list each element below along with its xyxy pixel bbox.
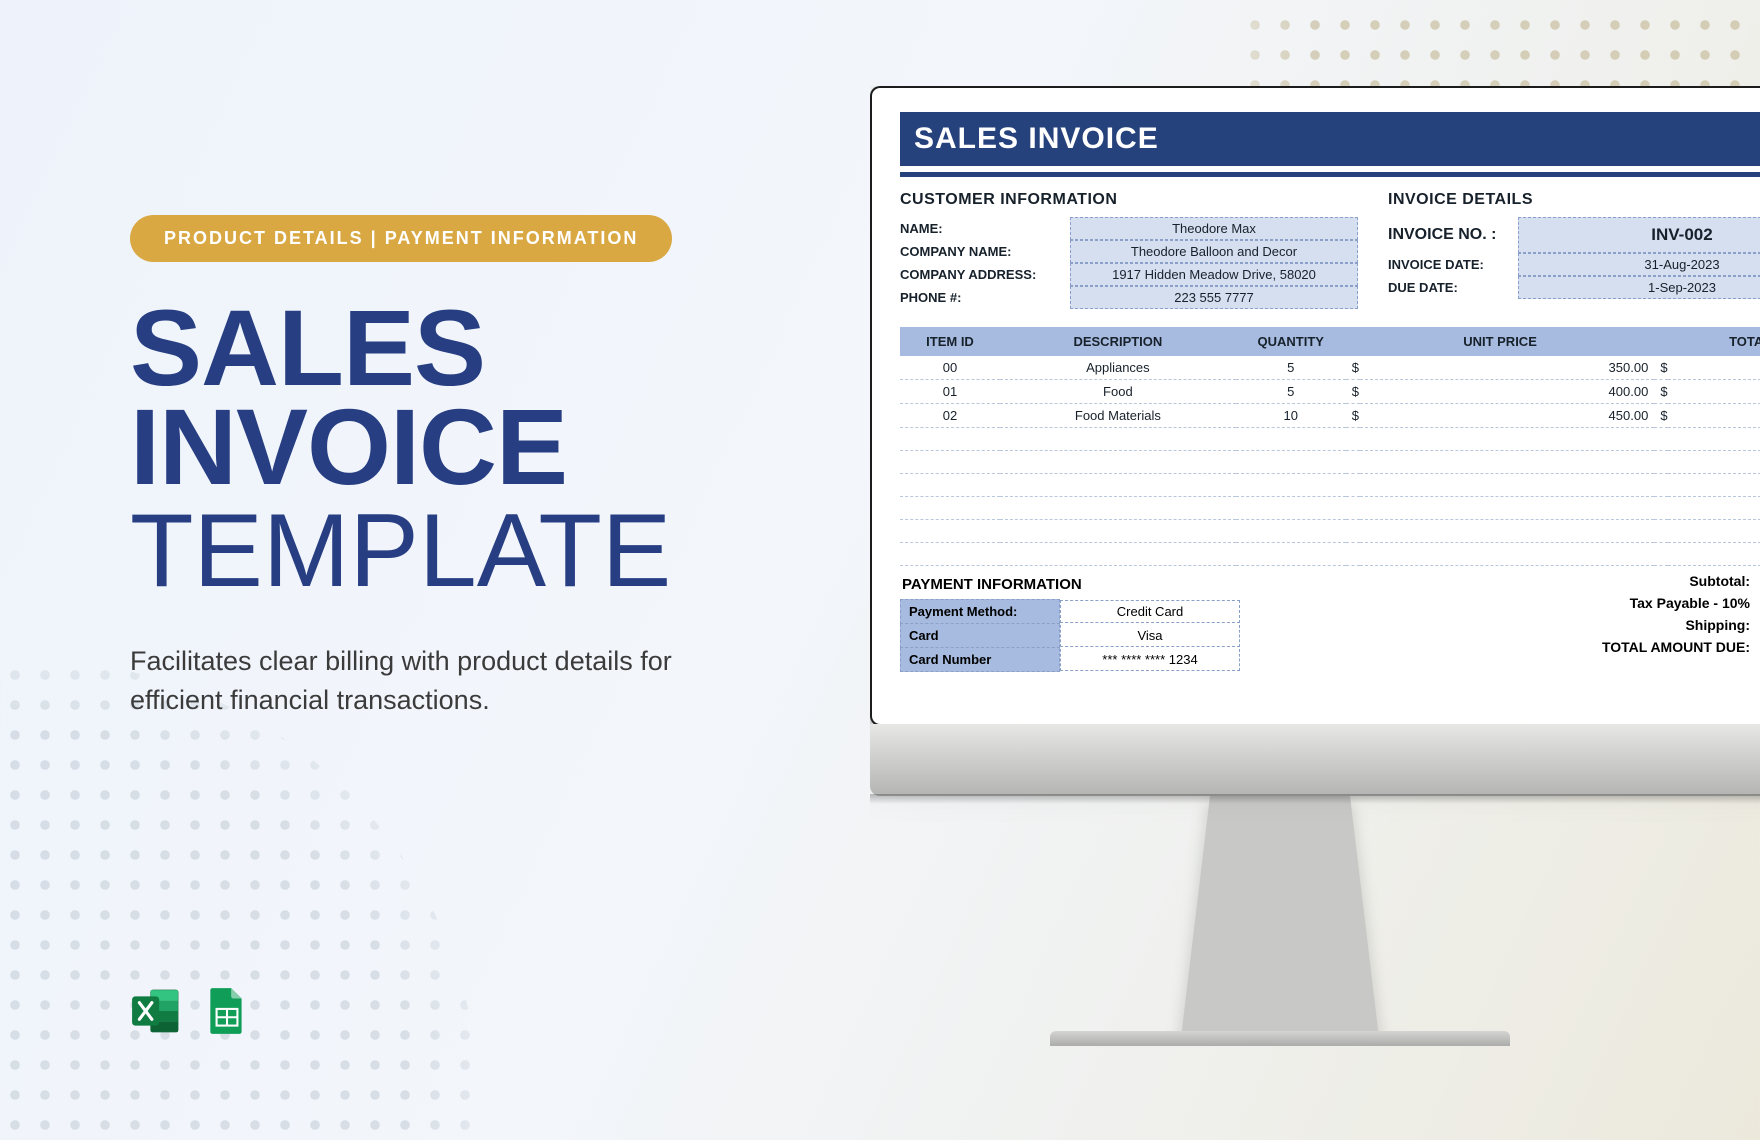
google-sheets-icon [202, 986, 252, 1036]
cell-unit-price: 450.00 [1360, 404, 1655, 428]
title-line-3: TEMPLATE [130, 497, 770, 606]
monitor-screen: SALES INVOICE CUSTOMER INFORMATION NAME:… [870, 86, 1760, 726]
col-unit-price: UNIT PRICE [1346, 327, 1655, 356]
cell-quantity: 10 [1236, 404, 1346, 428]
cell-quantity: 5 [1236, 356, 1346, 380]
cell-total-currency: $ [1654, 380, 1668, 404]
shipping-label: Shipping: [1530, 617, 1750, 633]
subtotal-label: Subtotal: [1530, 573, 1750, 589]
table-row-empty [900, 520, 1760, 543]
marketing-copy: PRODUCT DETAILS | PAYMENT INFORMATION SA… [130, 215, 770, 720]
cell-item-id: 02 [900, 404, 1000, 428]
customer-company-value: Theodore Balloon and Decor [1070, 240, 1358, 263]
col-item-id: ITEM ID [900, 327, 1000, 356]
table-row-empty [900, 543, 1760, 566]
table-row-empty [900, 474, 1760, 497]
col-quantity: QUANTITY [1236, 327, 1346, 356]
customer-phone-label: PHONE #: [900, 287, 1070, 308]
cell-price-currency: $ [1346, 404, 1360, 428]
table-row: 02Food Materials10$450.00$4, [900, 404, 1760, 428]
customer-phone-value: 223 555 7777 [1070, 286, 1358, 309]
file-format-icons [130, 986, 252, 1036]
table-row: 00Appliances5$350.00$ [900, 356, 1760, 380]
cell-unit-price: 350.00 [1360, 356, 1655, 380]
invoice-details-heading: INVOICE DETAILS [1388, 191, 1760, 209]
tax-label: Tax Payable - 10% [1530, 595, 1750, 611]
cell-total [1668, 356, 1760, 380]
halftone-dots-left [0, 660, 480, 1140]
cell-total: 2, [1668, 380, 1760, 404]
cell-total-currency: $ [1654, 404, 1668, 428]
cell-item-id: 00 [900, 356, 1000, 380]
cell-total: 4, [1668, 404, 1760, 428]
customer-info-heading: CUSTOMER INFORMATION [900, 191, 1358, 209]
grand-total-label: TOTAL AMOUNT DUE: [1530, 639, 1750, 655]
customer-company-label: COMPANY NAME: [900, 241, 1070, 262]
invoice-number-label: INVOICE NO. : [1388, 223, 1518, 247]
payment-cardnum-label: Card Number [900, 648, 1060, 672]
cell-item-id: 01 [900, 380, 1000, 404]
customer-address-value: 1917 Hidden Meadow Drive, 58020 [1070, 263, 1358, 286]
cell-unit-price: 400.00 [1360, 380, 1655, 404]
title-line-1: SALES [130, 298, 770, 397]
cell-total-currency: $ [1654, 356, 1668, 380]
invoice-date-value: 31-Aug-2023 [1518, 253, 1760, 276]
table-row-empty [900, 497, 1760, 520]
tagline-pill: PRODUCT DETAILS | PAYMENT INFORMATION [130, 215, 672, 262]
monitor-stand-neck [1180, 796, 1380, 1046]
payment-cardnum-value: *** **** **** 1234 [1060, 649, 1240, 671]
line-items-table: ITEM ID DESCRIPTION QUANTITY UNIT PRICE … [900, 327, 1760, 566]
title-line-2: INVOICE [130, 397, 770, 496]
customer-name-value: Theodore Max [1070, 217, 1358, 240]
payment-method-value: Credit Card [1060, 600, 1240, 623]
invoice-title-bar: SALES INVOICE [900, 112, 1760, 166]
cell-price-currency: $ [1346, 356, 1360, 380]
invoice-due-value: 1-Sep-2023 [1518, 276, 1760, 299]
cell-price-currency: $ [1346, 380, 1360, 404]
cell-description: Food Materials [1000, 404, 1236, 428]
invoice-number-value: INV-002 [1518, 217, 1760, 253]
invoice-due-label: DUE DATE: [1388, 277, 1518, 298]
col-total: TOTAL [1654, 327, 1760, 356]
invoice-date-label: INVOICE DATE: [1388, 254, 1518, 275]
monitor-mockup: SALES INVOICE CUSTOMER INFORMATION NAME:… [870, 86, 1760, 1046]
monitor-chin [870, 724, 1760, 796]
invoice-details-section: INVOICE DETAILS INVOICE NO. :INV-002 INV… [1388, 191, 1760, 309]
monitor-stand-base [1050, 1031, 1510, 1046]
payment-card-label: Card [900, 624, 1060, 648]
subtitle-text: Facilitates clear billing with product d… [130, 642, 770, 720]
payment-info-section: PAYMENT INFORMATION Payment Method:Credi… [900, 570, 1240, 672]
customer-info-section: CUSTOMER INFORMATION NAME:Theodore Max C… [900, 191, 1358, 309]
payment-card-value: Visa [1060, 625, 1240, 647]
monitor-chin-shadow [870, 794, 1760, 804]
customer-name-label: NAME: [900, 218, 1070, 239]
col-description: DESCRIPTION [1000, 327, 1236, 356]
table-row-empty [900, 451, 1760, 474]
cell-description: Food [1000, 380, 1236, 404]
payment-info-heading: PAYMENT INFORMATION [900, 570, 1240, 599]
excel-icon [130, 986, 180, 1036]
payment-method-label: Payment Method: [900, 599, 1060, 624]
cell-description: Appliances [1000, 356, 1236, 380]
table-row: 01Food5$400.00$2, [900, 380, 1760, 404]
table-row-empty [900, 428, 1760, 451]
cell-quantity: 5 [1236, 380, 1346, 404]
totals-section: Subtotal:$8, Tax Payable - 10%$ Shipping… [1270, 570, 1760, 672]
customer-address-label: COMPANY ADDRESS: [900, 264, 1070, 285]
invoice-title-rule [900, 172, 1760, 177]
